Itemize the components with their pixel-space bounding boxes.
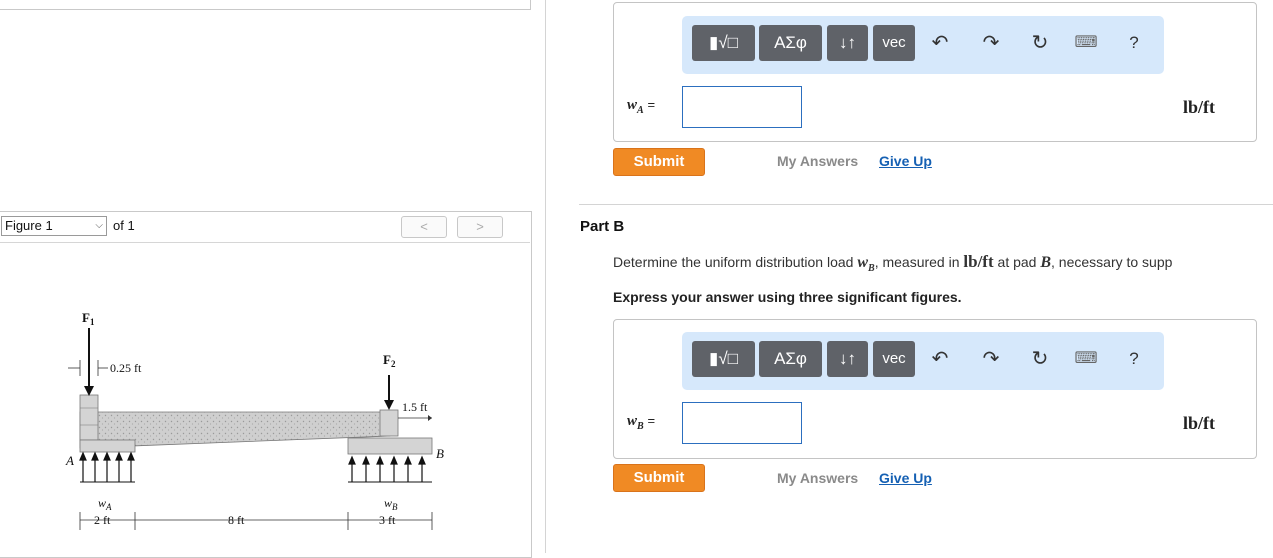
template-radical-icon: ▮√□ (709, 33, 738, 52)
part-b-submit-button[interactable]: Submit (613, 464, 705, 492)
f1-label: F (82, 310, 90, 325)
f1-sub: 1 (90, 317, 95, 327)
wb-sub: B (392, 502, 398, 512)
part-b-unit: lb/ft (1183, 413, 1216, 433)
part-b-answer-input[interactable] (682, 402, 802, 444)
left-post (79, 394, 99, 441)
vec-button[interactable]: vec (873, 25, 915, 61)
pad-a (79, 439, 136, 453)
part-b-title: Part B (580, 218, 625, 235)
help-icon[interactable]: ? (1119, 341, 1149, 377)
dim-2: 2 ft (94, 513, 111, 527)
right-post (379, 409, 399, 437)
wb-label: w (384, 496, 392, 510)
part-a-math-toolbar: ▮√□ ΑΣφ ↓↑ vec ↶ ↷ ↻ ⌨ ? (682, 16, 1164, 74)
dim-15: 1.5 ft (402, 400, 428, 414)
part-b-my-answers-link[interactable]: My Answers (777, 470, 858, 486)
redo-icon[interactable]: ↷ (976, 341, 1006, 377)
part-b-math-toolbar: ▮√□ ΑΣφ ↓↑ vec ↶ ↷ ↻ ⌨ ? (682, 332, 1164, 390)
template-radical-icon: ▮√□ (709, 349, 738, 368)
templates-button[interactable]: ▮√□ (692, 341, 755, 377)
part-b-variable: wB = (627, 413, 656, 432)
vec-button[interactable]: vec (873, 341, 915, 377)
part-b-description: Determine the uniform distribution load … (613, 252, 1173, 275)
templates-button[interactable]: ▮√□ (692, 25, 755, 61)
part-b-give-up-link[interactable]: Give Up (879, 470, 932, 486)
dim-8: 8 ft (228, 513, 245, 527)
part-separator (579, 204, 1273, 205)
svg-text:F2: F2 (383, 352, 396, 369)
part-a-give-up-link[interactable]: Give Up (879, 153, 932, 169)
label-b: B (436, 446, 444, 461)
arrows-button[interactable]: ↓↑ (827, 25, 868, 61)
figure-select[interactable]: Figure 1 ⌵ (1, 216, 107, 236)
keyboard-icon[interactable]: ⌨ (1071, 25, 1101, 61)
undo-icon[interactable]: ↶ (925, 25, 955, 61)
part-a-answer-input[interactable] (682, 86, 802, 128)
reset-icon[interactable]: ↻ (1025, 341, 1055, 377)
undo-icon[interactable]: ↶ (925, 341, 955, 377)
part-a-variable: wA = (627, 97, 656, 116)
keyboard-icon[interactable]: ⌨ (1071, 341, 1101, 377)
dim-3: 3 ft (379, 513, 396, 527)
question-panel-bottom-edge (0, 0, 531, 10)
figure-select-value: Figure 1 (5, 218, 53, 233)
label-a: A (65, 453, 74, 468)
wa-label: w (98, 496, 106, 510)
f2-label: F (383, 352, 391, 367)
part-a-unit: lb/ft (1183, 97, 1216, 117)
pane-divider (545, 0, 546, 553)
redo-icon[interactable]: ↷ (976, 25, 1006, 61)
wa-sub: A (105, 502, 112, 512)
svg-text:wB: wB (384, 496, 398, 512)
part-b-instructions: Express your answer using three signific… (613, 289, 962, 305)
arrows-button[interactable]: ↓↑ (827, 341, 868, 377)
dim-025: 0.25 ft (110, 361, 142, 375)
greek-button[interactable]: ΑΣφ (759, 25, 822, 61)
part-a-my-answers-link[interactable]: My Answers (777, 153, 858, 169)
next-figure-button[interactable]: > (457, 216, 503, 238)
figure-count: of 1 (113, 218, 135, 233)
chevron-down-icon: ⌵ (95, 220, 103, 231)
reset-icon[interactable]: ↻ (1025, 25, 1055, 61)
greek-button[interactable]: ΑΣφ (759, 341, 822, 377)
pad-b (347, 437, 433, 455)
svg-text:F1: F1 (82, 310, 95, 327)
beam-figure: F1 F2 0.25 ft 1.5 ft A B wA wB 2 ft 8 ft… (65, 310, 444, 530)
help-icon[interactable]: ? (1119, 25, 1149, 61)
part-a-submit-button[interactable]: Submit (613, 148, 705, 176)
prev-figure-button[interactable]: < (401, 216, 447, 238)
svg-text:wA: wA (98, 496, 112, 512)
f2-sub: 2 (391, 359, 396, 369)
